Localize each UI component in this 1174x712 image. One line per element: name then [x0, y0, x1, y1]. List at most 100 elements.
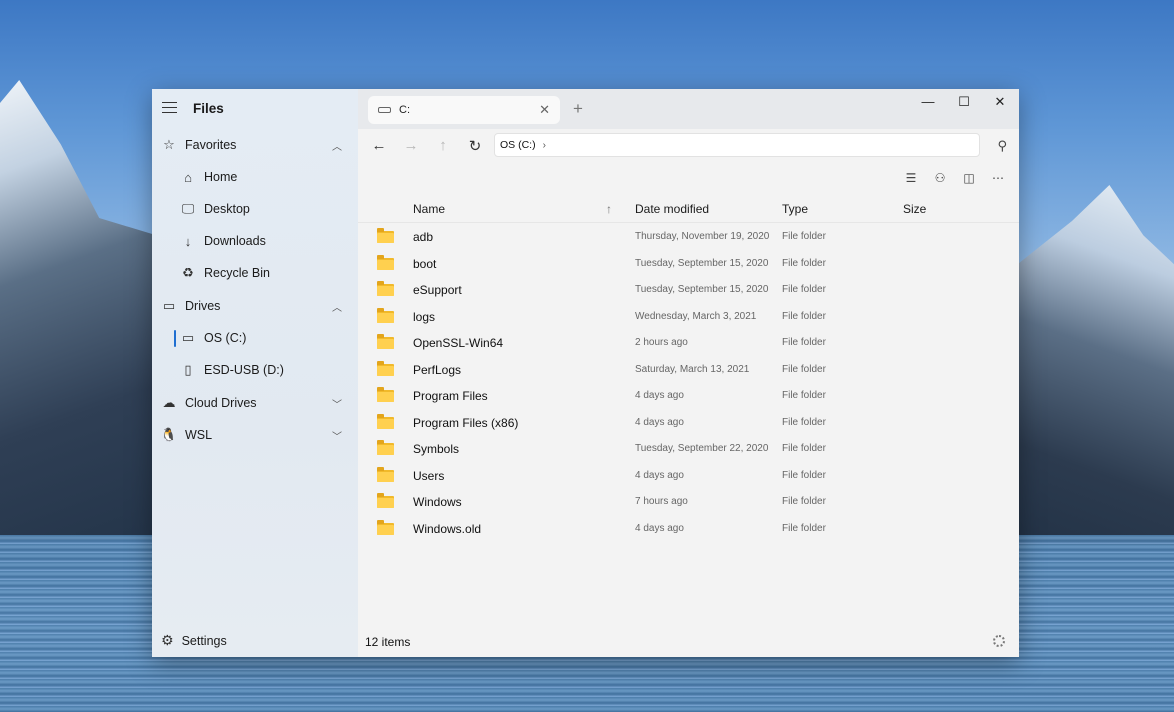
view-layout-icon[interactable]: ☰ [902, 171, 920, 185]
sidebar-section-favorites[interactable]: ☆ Favorites ︿ [152, 130, 358, 160]
sort-ascending-icon[interactable]: ↑ [606, 202, 612, 216]
sidebar-item-label: Home [204, 170, 238, 184]
table-row[interactable]: Symbols Tuesday, September 22, 2020 File f… [358, 435, 1019, 462]
tab-c-drive[interactable]: C: ✕ [368, 96, 560, 124]
table-row[interactable]: Program Files (x86) 4 days ago File folder [358, 409, 1019, 436]
maximize-button[interactable]: ☐ [954, 94, 974, 110]
search-icon[interactable]: ⚲ [997, 138, 1007, 154]
column-header-date[interactable]: Date modified [635, 202, 709, 216]
file-date-modified: 7 hours ago [635, 496, 688, 507]
settings-button[interactable]: ⚙ Settings [161, 632, 227, 649]
file-name: Program Files [413, 389, 488, 403]
minimize-button[interactable]: — [918, 94, 938, 109]
table-row[interactable]: PerfLogs Saturday, March 13, 2021 File fol… [358, 356, 1019, 383]
settings-label: Settings [181, 633, 227, 648]
star-icon: ☆ [163, 137, 175, 152]
file-type: File folder [782, 337, 826, 348]
file-name: Windows [413, 495, 462, 509]
folder-icon [377, 228, 394, 243]
sidebar-item-os-c[interactable]: ▭ OS (C:) [152, 323, 358, 353]
files-window: Files ☆ Favorites ︿ ⌂ Home 🖵 Desktop ↓ D… [152, 89, 1019, 657]
folder-icon [377, 440, 394, 455]
back-button[interactable]: ← [370, 137, 388, 154]
folder-icon [377, 281, 394, 296]
file-date-modified: Wednesday, March 3, 2021 [635, 310, 757, 322]
sidebar-item-desktop[interactable]: 🖵 Desktop [152, 194, 358, 224]
sidebar-item-label: Drives [185, 299, 221, 313]
file-name: OpenSSL-Win64 [413, 336, 504, 350]
table-row[interactable]: OpenSSL-Win64 2 hours ago File folder [358, 329, 1019, 356]
hamburger-menu-icon[interactable] [162, 102, 177, 114]
up-button[interactable]: ↑ [434, 137, 452, 154]
group-icon[interactable]: ⚇ [931, 171, 949, 185]
table-row[interactable]: adb Thursday, November 19, 2020 File folde… [358, 223, 1019, 250]
table-row[interactable]: logs Wednesday, March 3, 2021 File folder [358, 303, 1019, 330]
file-name: Symbols [413, 442, 460, 456]
breadcrumb-os-c[interactable]: OS (C:) [500, 139, 536, 151]
folder-icon [377, 334, 394, 349]
toolbar: ☰ ⚇ ◫ ⋯ [358, 165, 1019, 195]
table-row[interactable]: boot Tuesday, September 15, 2020 File fold… [358, 250, 1019, 277]
sidebar-item-label: ESD-USB (D:) [204, 363, 284, 377]
sidebar-item-label: Downloads [204, 234, 266, 248]
sidebar-section-cloud-drives[interactable]: ☁ Cloud Drives ﹀ [152, 388, 358, 418]
folder-icon [377, 307, 394, 323]
table-row[interactable]: Users 4 days ago File folder [358, 462, 1019, 489]
folder-icon [377, 387, 394, 402]
file-name: Windows.old [413, 521, 482, 536]
file-type: File folder [782, 257, 826, 269]
more-options-icon[interactable]: ⋯ [989, 171, 1007, 185]
refresh-button[interactable]: ↻ [466, 137, 484, 155]
file-name: Users [413, 468, 445, 483]
sidebar-item-label: Cloud Drives [185, 396, 257, 410]
file-date-modified: 4 days ago [635, 522, 684, 534]
sidebar-item-downloads[interactable]: ↓ Downloads [152, 226, 358, 256]
add-tab-button[interactable]: + [573, 99, 583, 119]
table-row[interactable]: Windows.old 4 days ago File folder [358, 515, 1019, 542]
file-type: File folder [782, 496, 826, 507]
file-date-modified: Saturday, March 13, 2021 [635, 363, 750, 375]
file-type: File folder [782, 231, 826, 242]
column-header-name[interactable]: Name [413, 202, 445, 216]
recycle-bin-icon: ♻ [182, 265, 194, 280]
preview-pane-icon[interactable]: ◫ [960, 171, 978, 185]
sidebar-header: Files [152, 91, 358, 125]
file-date-modified: Tuesday, September 15, 2020 [635, 257, 769, 269]
column-header-type[interactable]: Type [782, 202, 808, 216]
cloud-icon: ☁ [162, 395, 176, 410]
file-type: File folder [782, 284, 826, 295]
close-window-button[interactable]: ✕ [990, 94, 1010, 110]
breadcrumb-separator-icon[interactable]: › [543, 140, 546, 151]
chevron-up-icon[interactable]: ︿ [332, 138, 342, 153]
sidebar-item-home[interactable]: ⌂ Home [152, 162, 358, 192]
column-header-size[interactable]: Size [903, 202, 926, 216]
status-bar: 12 items [358, 627, 1019, 657]
sidebar-item-esd-usb-d[interactable]: ▯ ESD-USB (D:) [152, 355, 358, 385]
folder-icon [377, 466, 394, 482]
forward-button[interactable]: → [402, 137, 420, 154]
chevron-down-icon[interactable]: ﹀ [332, 396, 342, 411]
sidebar-item-label: Recycle Bin [204, 266, 270, 280]
tab-strip: C: ✕ + — ☐ ✕ [358, 89, 1019, 129]
chevron-down-icon[interactable]: ﹀ [332, 428, 342, 443]
file-name: PerfLogs [413, 362, 462, 377]
file-name: eSupport [413, 283, 462, 297]
close-tab-icon[interactable]: ✕ [539, 102, 550, 118]
sidebar-section-wsl[interactable]: 🐧 WSL ﹀ [152, 420, 358, 450]
file-rows: adb Thursday, November 19, 2020 File folde… [358, 223, 1019, 541]
chevron-up-icon[interactable]: ︿ [332, 299, 342, 314]
sidebar-item-label: Favorites [185, 138, 237, 152]
folder-icon [377, 413, 394, 429]
folder-icon [377, 254, 394, 270]
table-row[interactable]: Windows 7 hours ago File folder [358, 488, 1019, 515]
file-date-modified: Tuesday, September 22, 2020 [635, 443, 769, 454]
table-row[interactable]: eSupport Tuesday, September 15, 2020 File … [358, 276, 1019, 303]
file-date-modified: 4 days ago [635, 416, 684, 428]
sidebar-item-recycle-bin[interactable]: ♻ Recycle Bin [152, 258, 358, 288]
sidebar-section-drives[interactable]: ▭ Drives ︿ [152, 291, 358, 321]
item-count: 12 items [365, 635, 411, 649]
selection-indicator [174, 330, 176, 347]
table-row[interactable]: Program Files 4 days ago File folder [358, 382, 1019, 409]
address-bar[interactable]: OS (C:) › [494, 133, 980, 157]
file-date-modified: 4 days ago [635, 390, 684, 401]
